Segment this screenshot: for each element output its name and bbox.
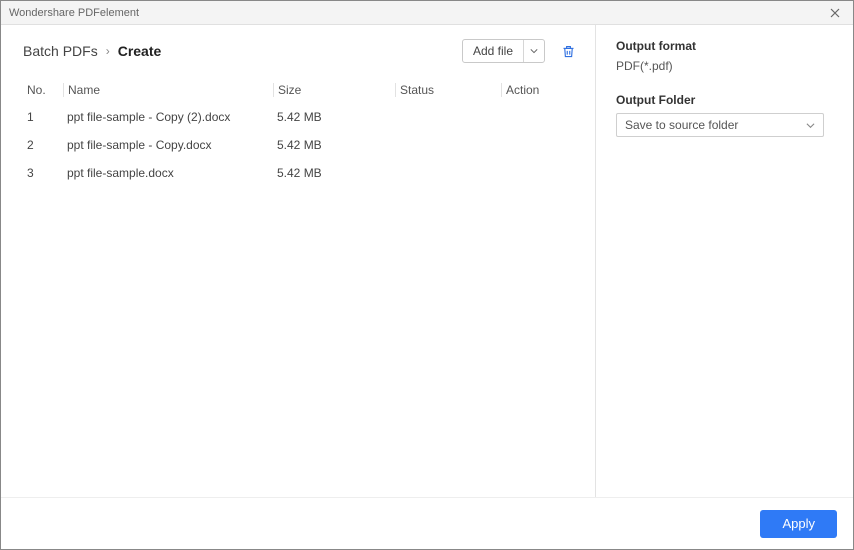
titlebar: Wondershare PDFelement xyxy=(1,1,853,25)
cell-no: 2 xyxy=(23,138,63,152)
add-file-dropdown[interactable] xyxy=(524,40,544,62)
col-header-no: No. xyxy=(23,83,63,97)
breadcrumb-root[interactable]: Batch PDFs xyxy=(23,43,98,59)
cell-action xyxy=(501,110,583,124)
breadcrumb: Batch PDFs › Create xyxy=(23,43,161,59)
cell-name: ppt file-sample - Copy (2).docx xyxy=(63,110,273,124)
breadcrumb-current: Create xyxy=(118,43,162,59)
close-icon[interactable] xyxy=(825,3,845,23)
cell-action xyxy=(501,166,583,180)
cell-status xyxy=(395,110,501,124)
output-format-label: Output format xyxy=(616,39,835,53)
table-row[interactable]: 2 ppt file-sample - Copy.docx 5.42 MB xyxy=(23,131,583,159)
table-body: 1 ppt file-sample - Copy (2).docx 5.42 M… xyxy=(23,103,583,187)
output-folder-label: Output Folder xyxy=(616,93,835,107)
footer: Apply xyxy=(1,497,853,549)
cell-no: 3 xyxy=(23,166,63,180)
table-row[interactable]: 1 ppt file-sample - Copy (2).docx 5.42 M… xyxy=(23,103,583,131)
apply-button[interactable]: Apply xyxy=(760,510,837,538)
main-panel: Batch PDFs › Create Add file No. Name xyxy=(1,25,595,497)
cell-status xyxy=(395,166,501,180)
window-title: Wondershare PDFelement xyxy=(9,7,139,19)
col-header-size: Size xyxy=(273,83,395,97)
chevron-right-icon: › xyxy=(106,44,110,58)
right-panel: Output format PDF(*.pdf) Output Folder S… xyxy=(595,25,853,497)
col-header-name: Name xyxy=(63,83,273,97)
cell-name: ppt file-sample.docx xyxy=(63,166,273,180)
top-row: Batch PDFs › Create Add file xyxy=(23,39,583,63)
col-header-status: Status xyxy=(395,83,501,97)
cell-action xyxy=(501,138,583,152)
cell-no: 1 xyxy=(23,110,63,124)
trash-icon[interactable] xyxy=(559,42,577,60)
cell-size: 5.42 MB xyxy=(273,110,395,124)
cell-size: 5.42 MB xyxy=(273,138,395,152)
chevron-down-icon xyxy=(806,121,815,130)
cell-name: ppt file-sample - Copy.docx xyxy=(63,138,273,152)
cell-size: 5.42 MB xyxy=(273,166,395,180)
add-file-button[interactable]: Add file xyxy=(463,40,524,62)
output-folder-selected: Save to source folder xyxy=(625,118,738,132)
output-folder-select[interactable]: Save to source folder xyxy=(616,113,824,137)
add-file-split-button[interactable]: Add file xyxy=(462,39,545,63)
table-header: No. Name Size Status Action xyxy=(23,79,583,103)
cell-status xyxy=(395,138,501,152)
output-format-value: PDF(*.pdf) xyxy=(616,59,835,73)
table-row[interactable]: 3 ppt file-sample.docx 5.42 MB xyxy=(23,159,583,187)
col-header-action: Action xyxy=(501,83,583,97)
